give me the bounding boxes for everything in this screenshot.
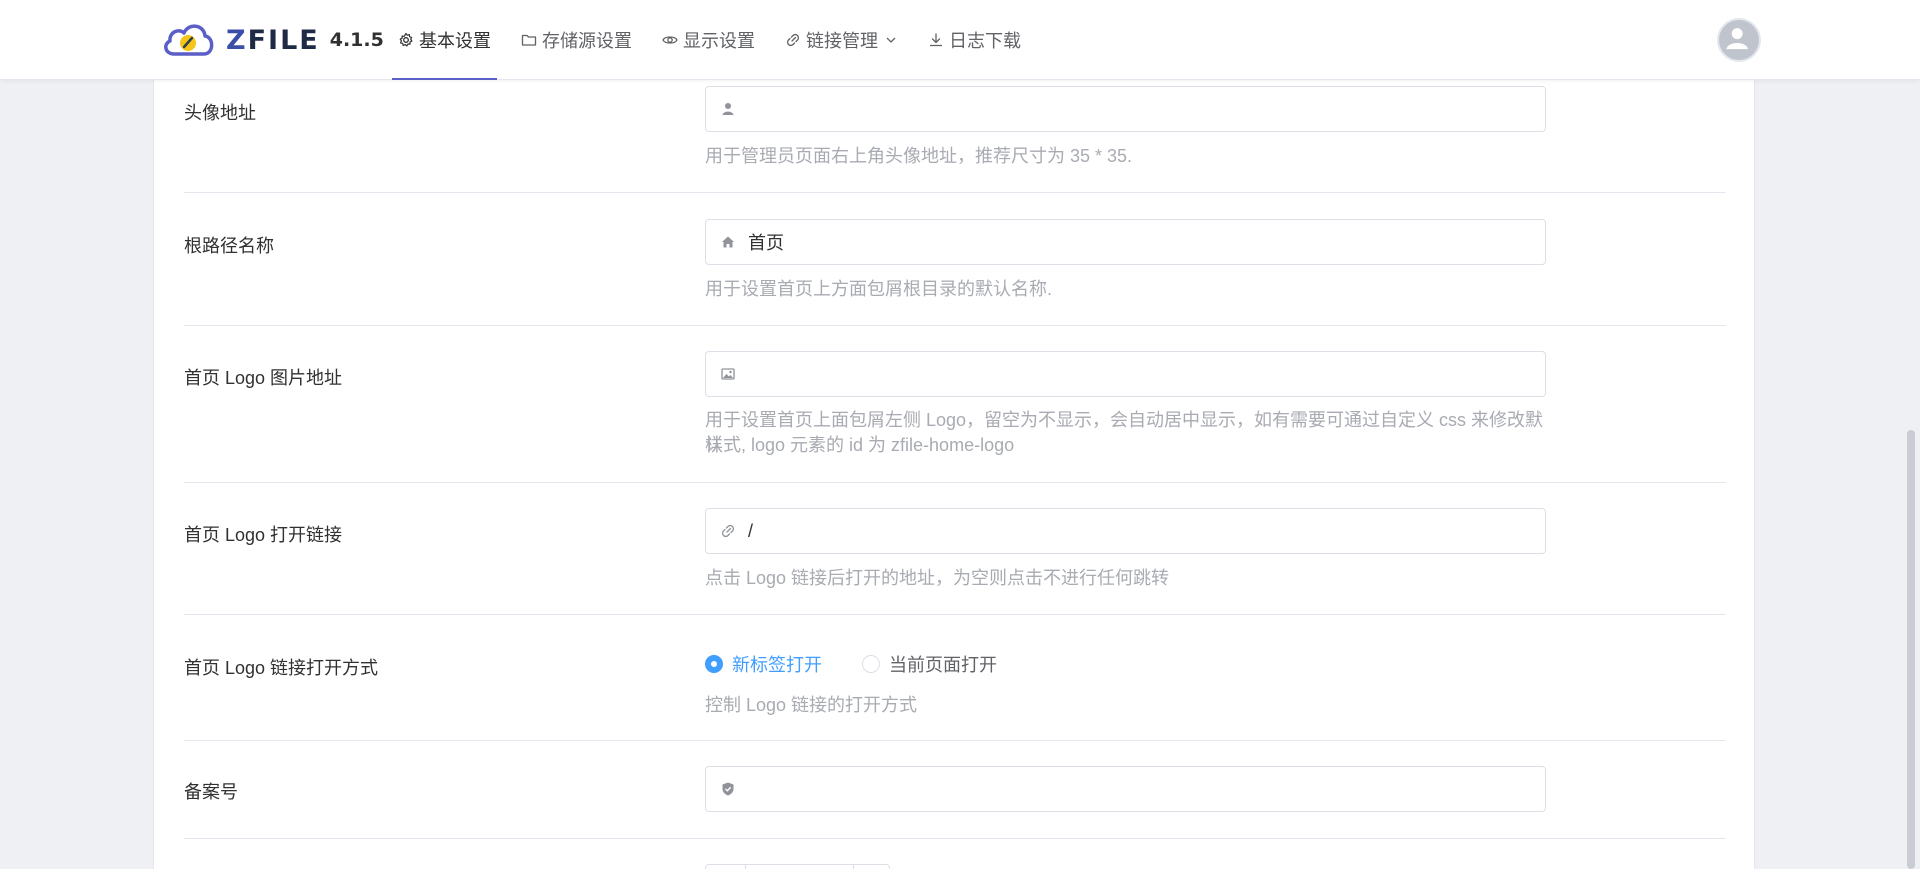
- setting-row-logo-link: 首页 Logo 打开链接 / 点击 Logo 链接后打开的地址，为空则点击不进行…: [184, 483, 1726, 615]
- link-icon: [721, 524, 735, 538]
- field-label: 头像地址: [184, 103, 256, 123]
- image-icon: [721, 368, 735, 380]
- link-icon: [786, 33, 800, 47]
- tab-label: 显示设置: [683, 31, 755, 51]
- setting-row-logo-url: 首页 Logo 图片地址 用于设置首页上面包屑左侧 Logo，留空为不显示，会自…: [184, 326, 1726, 483]
- download-icon: [929, 33, 943, 47]
- setting-row-logo-target: 首页 Logo 链接打开方式 新标签打开 当前页面打开 控制 Logo 链接的打…: [184, 615, 1726, 741]
- field-label: 首页 Logo 打开链接: [184, 525, 343, 545]
- field-label: 首页 Logo 图片地址: [184, 368, 343, 388]
- field-label: 根路径名称: [184, 236, 274, 256]
- logo-target-radio-group: 新标签打开 当前页面打开: [705, 651, 1037, 677]
- radio-label: 当前页面打开: [889, 655, 997, 675]
- tab-log-download[interactable]: 日志下载: [922, 0, 1027, 80]
- tab-basic-settings[interactable]: 基本设置: [392, 0, 497, 80]
- setting-row-root-name: 根路径名称 首页 用于设置首页上方面包屑根目录的默认名称.: [184, 193, 1726, 326]
- top-navbar: ZFILE 4.1.5 基本设置 存储源设置 显示设置 链接管理 日志下载: [0, 0, 1920, 80]
- user-avatar[interactable]: [1717, 18, 1761, 62]
- tab-display-settings[interactable]: 显示设置: [656, 0, 761, 80]
- tab-label: 存储源设置: [542, 31, 632, 51]
- gear-icon: [399, 32, 413, 47]
- version-label: 4.1.5: [329, 29, 384, 51]
- settings-card: 头像地址 用于管理员页面右上角头像地址，推荐尺寸为 35 * 35. 根路径名称…: [153, 80, 1755, 869]
- field-hint: 用于管理员页面右上角头像地址，推荐尺寸为 35 * 35.: [705, 146, 1133, 166]
- tab-link-management[interactable]: 链接管理: [779, 0, 904, 80]
- tab-storage-settings[interactable]: 存储源设置: [515, 0, 638, 80]
- field-value: 首页: [748, 233, 784, 253]
- field-hint: 点击 Logo 链接后打开的地址，为空则点击不进行任何跳转: [705, 568, 1170, 588]
- setting-row-avatar-url: 头像地址 用于管理员页面右上角头像地址，推荐尺寸为 35 * 35.: [184, 80, 1726, 193]
- icp-input[interactable]: [705, 766, 1546, 812]
- user-avatar-icon: [1726, 28, 1749, 50]
- radio-button[interactable]: [862, 655, 880, 673]
- folder-icon: [521, 34, 537, 46]
- field-label: 首页 Logo 链接打开方式: [184, 658, 379, 678]
- user-icon: [722, 103, 734, 115]
- radio-button-checked[interactable]: [705, 655, 723, 673]
- radio-current-page[interactable]: 当前页面打开: [862, 651, 997, 677]
- tab-label: 日志下载: [949, 31, 1021, 51]
- field-hint: 控制 Logo 链接的打开方式: [705, 695, 918, 715]
- chevron-down-icon: [886, 37, 896, 43]
- home-icon: [722, 236, 734, 248]
- root-name-input[interactable]: 首页: [705, 219, 1546, 265]
- field-hint: 用于设置首页上方面包屑根目录的默认名称.: [705, 279, 1052, 299]
- shield-icon: [722, 782, 734, 796]
- cloud-logo-icon: [164, 24, 214, 56]
- field-label: 备案号: [184, 782, 238, 802]
- radio-label: 新标签打开: [732, 655, 822, 675]
- logo-link-input[interactable]: /: [705, 508, 1546, 554]
- tab-label: 链接管理: [806, 31, 878, 51]
- logo-url-input[interactable]: [705, 351, 1546, 397]
- radio-new-tab[interactable]: 新标签打开: [705, 651, 822, 677]
- tab-label: 基本设置: [419, 31, 491, 51]
- field-hint-line-2: 样式, logo 元素的 id 为 zfile-home-logo: [705, 435, 1015, 455]
- main-nav: 基本设置 存储源设置 显示设置 链接管理 日志下载: [392, 0, 1045, 80]
- avatar-url-input[interactable]: [705, 86, 1546, 132]
- brand-name: ZFILE: [226, 24, 320, 56]
- field-value: /: [748, 520, 754, 541]
- page-scrollbar[interactable]: [1907, 430, 1915, 869]
- brand-logo[interactable]: ZFILE 4.1.5: [160, 20, 384, 60]
- setting-row-icp: 备案号: [184, 741, 1726, 839]
- eye-icon: [662, 36, 678, 44]
- number-stepper-partial[interactable]: [705, 864, 890, 869]
